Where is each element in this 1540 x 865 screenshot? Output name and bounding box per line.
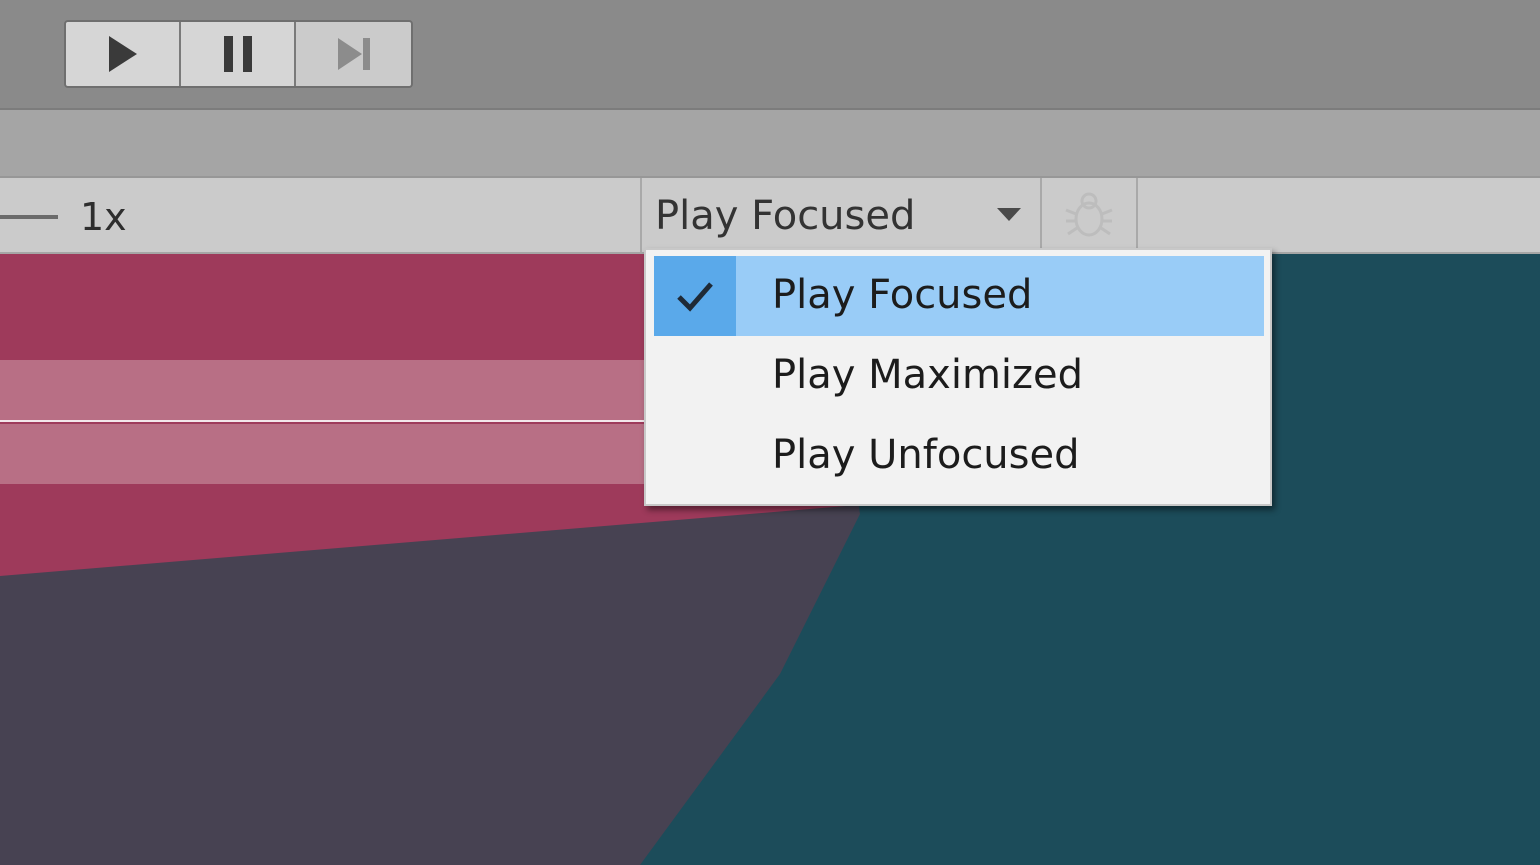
step-button[interactable] (296, 22, 411, 86)
scale-label: 1x (80, 195, 127, 239)
playback-controls (64, 20, 413, 88)
check-column (654, 256, 736, 336)
tab-strip (0, 110, 1540, 178)
menu-item-play-unfocused[interactable]: Play Unfocused (654, 416, 1264, 496)
unity-editor-screen: 1x Play Focused Play Focused Play Maximi… (0, 0, 1540, 865)
step-icon (337, 38, 370, 70)
bug-icon (1065, 192, 1113, 237)
check-column (654, 336, 736, 416)
play-mode-dropdown-label: Play Focused (655, 193, 916, 239)
menu-item-label: Play Maximized (772, 352, 1084, 398)
scale-slider[interactable] (0, 215, 58, 219)
menu-item-play-focused[interactable]: Play Focused (654, 256, 1264, 336)
debug-toggle-button[interactable] (1042, 178, 1138, 252)
menu-item-label: Play Focused (772, 272, 1033, 318)
play-mode-menu: Play Focused Play Maximized Play Unfocus… (644, 248, 1272, 506)
play-button[interactable] (66, 22, 181, 86)
play-mode-dropdown[interactable]: Play Focused (640, 178, 1042, 252)
check-column (654, 416, 736, 496)
pause-button[interactable] (181, 22, 296, 86)
menu-item-play-maximized[interactable]: Play Maximized (654, 336, 1264, 416)
chevron-down-icon (997, 208, 1021, 221)
main-toolbar (0, 0, 1540, 110)
checkmark-icon (677, 282, 713, 312)
play-icon (108, 36, 137, 72)
menu-item-label: Play Unfocused (772, 432, 1080, 478)
pause-icon (223, 36, 252, 72)
